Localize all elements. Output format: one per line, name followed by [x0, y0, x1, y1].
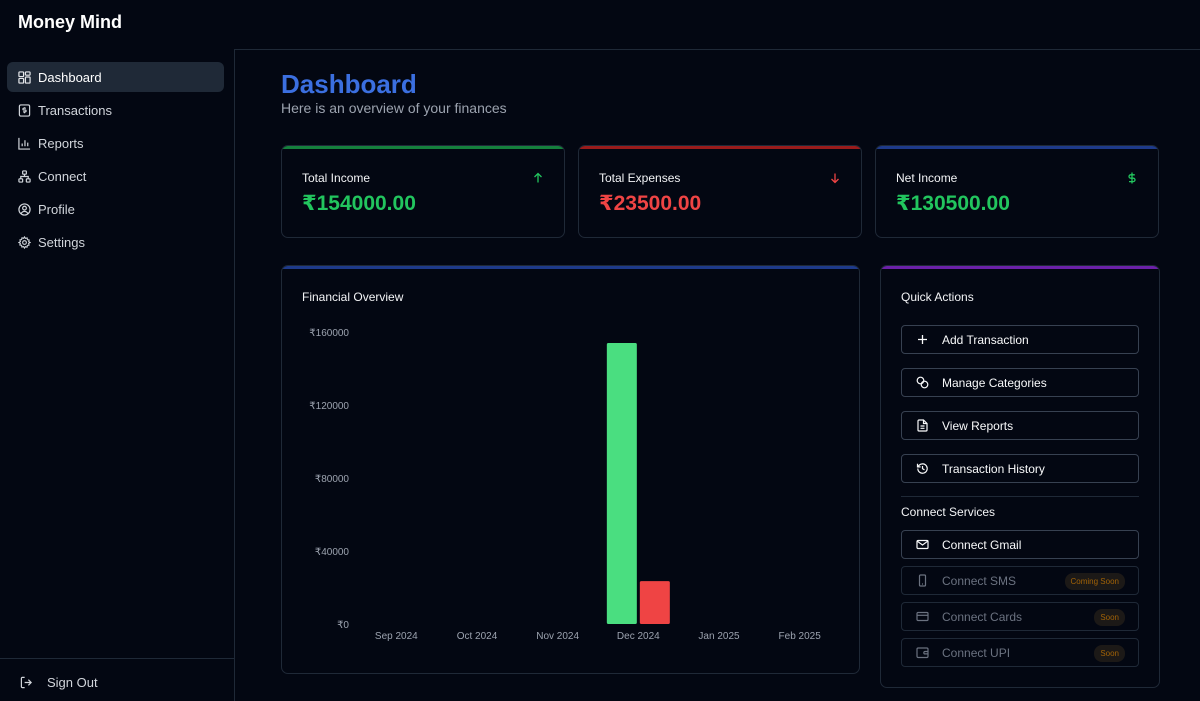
stat-label: Total Income: [302, 171, 371, 185]
user-circle-icon: [18, 202, 31, 216]
sidebar-item-label: Transactions: [38, 102, 112, 118]
manage-categories-button[interactable]: Manage Categories: [901, 368, 1139, 397]
history-icon: [916, 462, 929, 475]
app-root: Money Mind Dashboard Transactions Report…: [0, 0, 1200, 701]
add-transaction-button[interactable]: Add Transaction: [901, 325, 1139, 354]
chart-bar[interactable]: [606, 342, 637, 624]
card-accent: [881, 266, 1159, 269]
dollar-icon: [1126, 171, 1138, 184]
x-tick-label: Sep 2024: [375, 631, 418, 642]
service-label: Connect UPI: [942, 645, 1011, 660]
sidebar-footer: Sign Out: [0, 658, 235, 701]
stat-label: Net Income: [896, 171, 958, 185]
page-title: Dashboard: [281, 69, 417, 99]
receipt-icon: [18, 103, 31, 117]
stat-card-income: Total Income ₹154000.00: [281, 145, 565, 238]
chart-bar[interactable]: [639, 581, 670, 624]
service-label: Connect Cards: [942, 609, 1023, 624]
view-reports-button[interactable]: View Reports: [901, 411, 1139, 440]
connect-cards-button[interactable]: Connect Cards Soon: [901, 602, 1139, 631]
sidebar-item-label: Profile: [38, 201, 75, 217]
sidebar-nav: Dashboard Transactions Reports Connect P…: [7, 62, 224, 260]
bar-chart-icon: [18, 137, 31, 150]
card-accent: [282, 146, 564, 149]
action-label: Transaction History: [942, 461, 1045, 476]
sign-out-button[interactable]: Sign Out: [20, 675, 98, 690]
sidebar-item-label: Reports: [38, 135, 84, 151]
arrow-down-icon: [829, 171, 841, 184]
stat-value: ₹130500.00: [896, 192, 1010, 215]
header-divider: [235, 49, 1200, 50]
plus-icon: [916, 333, 929, 346]
stat-card-expenses: Total Expenses ₹23500.00: [578, 145, 862, 238]
logout-icon: [20, 676, 33, 689]
tags-icon: [916, 376, 929, 389]
stat-value: ₹23500.00: [599, 192, 702, 215]
action-label: Manage Categories: [942, 375, 1047, 390]
sidebar-item-settings[interactable]: Settings: [7, 227, 224, 257]
sidebar: Dashboard Transactions Reports Connect P…: [0, 49, 235, 701]
y-tick-label: ₹160000: [309, 328, 349, 339]
x-tick-label: Oct 2024: [457, 631, 498, 642]
connect-upi-button[interactable]: Connect UPI Soon: [901, 638, 1139, 667]
sidebar-item-connect[interactable]: Connect: [7, 161, 224, 191]
card-accent: [579, 146, 861, 149]
y-tick-label: ₹120000: [309, 401, 349, 412]
coming-soon-badge: Coming Soon: [1064, 573, 1125, 590]
connect-services-title: Connect Services: [901, 505, 996, 519]
stat-label: Total Expenses: [599, 171, 681, 185]
quick-actions-title: Quick Actions: [901, 290, 974, 304]
x-tick-label: Dec 2024: [617, 631, 660, 642]
action-label: View Reports: [942, 418, 1014, 433]
transaction-history-button[interactable]: Transaction History: [901, 454, 1139, 483]
soon-badge: Soon: [1094, 609, 1125, 626]
service-label: Connect SMS: [942, 573, 1017, 588]
x-tick-label: Feb 2025: [779, 631, 822, 642]
action-label: Add Transaction: [942, 332, 1029, 347]
service-label: Connect Gmail: [942, 537, 1022, 552]
wallet-icon: [916, 646, 929, 659]
x-tick-label: Jan 2025: [698, 631, 740, 642]
card-accent: [876, 146, 1158, 149]
document-icon: [916, 419, 929, 432]
network-icon: [18, 169, 31, 183]
sidebar-item-dashboard[interactable]: Dashboard: [7, 62, 224, 92]
y-tick-label: ₹40000: [315, 547, 350, 558]
y-tick-label: ₹0: [337, 620, 349, 631]
brand-logo-text[interactable]: Money Mind: [18, 12, 122, 33]
stat-value: ₹154000.00: [302, 192, 416, 215]
sidebar-item-profile[interactable]: Profile: [7, 194, 224, 224]
stat-card-net: Net Income ₹130500.00: [875, 145, 1159, 238]
y-tick-label: ₹80000: [315, 474, 350, 485]
dashboard-icon: [18, 70, 31, 84]
soon-badge: Soon: [1094, 645, 1125, 662]
sidebar-item-label: Dashboard: [38, 69, 102, 85]
mail-icon: [916, 538, 929, 551]
sign-out-label: Sign Out: [47, 675, 98, 690]
arrow-up-icon: [532, 171, 544, 183]
connect-sms-button[interactable]: Connect SMS Coming Soon: [901, 566, 1139, 595]
quick-actions-card: Quick Actions Add Transaction Manage Cat…: [880, 265, 1160, 688]
connect-gmail-button[interactable]: Connect Gmail: [901, 530, 1139, 559]
sidebar-item-transactions[interactable]: Transactions: [7, 95, 224, 125]
sidebar-item-label: Connect: [38, 168, 87, 184]
phone-icon: [916, 574, 929, 587]
sidebar-item-reports[interactable]: Reports: [7, 128, 224, 158]
section-divider: [901, 496, 1139, 497]
page-subtitle: Here is an overview of your finances: [281, 100, 507, 116]
financial-overview-chart: ₹0 ₹40000 ₹80000 ₹120000 ₹160000 Sep 2024 Oct …: [309, 328, 822, 642]
sidebar-item-label: Settings: [38, 234, 85, 250]
credit-card-icon: [916, 610, 929, 623]
financial-overview-card: Financial Overview ₹0 ₹40000 ₹80000 ₹120000…: [281, 265, 860, 674]
gear-icon: [18, 235, 31, 249]
x-tick-label: Nov 2024: [536, 631, 579, 642]
